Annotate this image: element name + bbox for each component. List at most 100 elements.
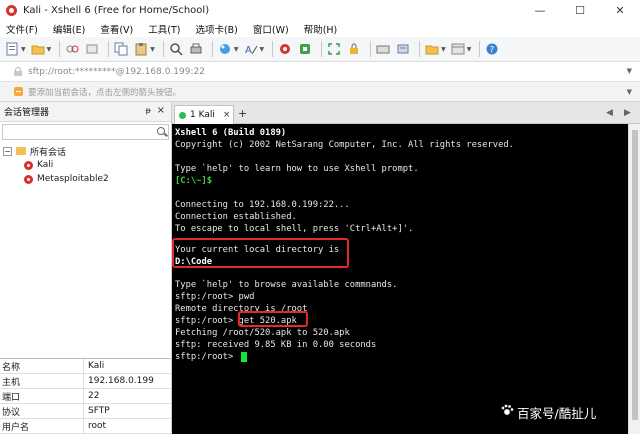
- terminal-line: Connection established.: [175, 212, 297, 222]
- tree-folder-label: 所有会话: [30, 147, 67, 158]
- property-key: 主机: [0, 374, 84, 388]
- close-panel-button[interactable]: ×: [157, 105, 165, 116]
- terminal-line: Connecting to 192.168.0.199:22...: [175, 200, 350, 210]
- property-key: 端口: [0, 389, 84, 403]
- window-title: Kali - Xshell 6 (Free for Home/School): [23, 4, 210, 16]
- color-scheme-icon[interactable]: [217, 41, 233, 57]
- local-prompt: [C:\~]$: [175, 176, 213, 186]
- toolbar: ▼ ▼ ▼ ▼ A ▼ ▼ ▼ ?: [0, 37, 640, 62]
- toolbar-separator: [479, 41, 481, 57]
- terminal-cursor: [241, 352, 247, 362]
- open-folder-icon[interactable]: [30, 41, 46, 57]
- compose-icon[interactable]: [395, 41, 411, 57]
- tab-close-icon[interactable]: ×: [223, 110, 231, 120]
- title-bar: Kali - Xshell 6 (Free for Home/School) —…: [0, 0, 640, 20]
- hint-bar: 要添加当前会话，点击左侧的箭头按钮。 ▼: [0, 82, 640, 102]
- hint-dropdown-icon[interactable]: ▼: [627, 88, 632, 96]
- session-icon: [24, 160, 33, 170]
- print-icon[interactable]: [188, 41, 204, 57]
- toolbar-separator: [162, 41, 164, 57]
- svg-text:?: ?: [490, 46, 495, 56]
- tree-session-item[interactable]: Metasploitable2: [0, 172, 171, 186]
- session-manager-title: 会话管理器: [4, 108, 50, 118]
- session-icon: [24, 174, 33, 184]
- terminal-line: To escape to local shell, press 'Ctrl+Al…: [175, 224, 414, 234]
- address-dropdown-icon[interactable]: ▼: [627, 67, 632, 75]
- folder-icon: [16, 147, 26, 155]
- menu-tabs[interactable]: 选项卡(B): [195, 22, 237, 36]
- script-icon[interactable]: [424, 41, 440, 57]
- collapse-icon[interactable]: −: [3, 146, 12, 156]
- address-field[interactable]: sftp://root:*********@192.168.0.199:22: [28, 67, 205, 77]
- xftp-icon[interactable]: [297, 41, 313, 57]
- session-tree: − 所有会话 Kali Metasploitable2: [0, 140, 171, 186]
- tab-kali[interactable]: 1 Kali ×: [174, 105, 234, 124]
- xshell-icon[interactable]: [277, 41, 293, 57]
- maximize-button[interactable]: ☐: [560, 0, 600, 20]
- session-search-input[interactable]: [2, 124, 169, 140]
- terminal-scrollbar[interactable]: [628, 124, 640, 434]
- menu-edit[interactable]: 编辑(E): [53, 22, 85, 36]
- disconnect-icon[interactable]: [84, 41, 100, 57]
- tab-next-icon[interactable]: ▶: [624, 108, 631, 118]
- terminal-line: sftp:/root>: [175, 352, 239, 362]
- terminal-line: sftp: received 9.85 KB in 0.00 seconds: [175, 340, 377, 350]
- terminal-line: Type `help' to browse available commnand…: [175, 280, 398, 290]
- minimize-button[interactable]: —: [520, 0, 560, 20]
- help-icon[interactable]: ?: [484, 41, 500, 57]
- property-value: 22: [88, 391, 100, 401]
- add-tab-button[interactable]: +: [238, 108, 248, 120]
- xshell-app-icon: [6, 4, 17, 16]
- find-icon[interactable]: [168, 41, 184, 57]
- new-session-dropdown-icon[interactable]: ▼: [21, 46, 26, 53]
- menu-tools[interactable]: 工具(T): [148, 22, 180, 36]
- pin-icon[interactable]: ᵽ: [146, 106, 151, 115]
- property-row: 主机 192.168.0.199: [0, 374, 171, 389]
- open-dropdown-icon[interactable]: ▼: [47, 46, 52, 53]
- session-manager-header: 会话管理器 ᵽ ×: [0, 102, 171, 122]
- copy-icon[interactable]: [113, 41, 129, 57]
- tab-prev-icon[interactable]: ◀: [606, 108, 613, 118]
- lock-icon[interactable]: [346, 41, 362, 57]
- toolbar-separator: [272, 41, 274, 57]
- terminal-line: Fetching /root/520.apk to 520.apk: [175, 328, 350, 338]
- terminal-line: sftp:/root> pwd: [175, 292, 255, 302]
- menu-view[interactable]: 查看(V): [100, 22, 133, 36]
- terminal-output[interactable]: Xshell 6 (Build 0189) Copyright (c) 2002…: [172, 124, 628, 434]
- property-value: Kali: [88, 361, 105, 371]
- script-dropdown-icon[interactable]: ▼: [441, 46, 446, 53]
- menu-bar: 文件(F) 编辑(E) 查看(V) 工具(T) 选项卡(B) 窗口(W) 帮助(…: [0, 20, 640, 37]
- tree-session-item[interactable]: Kali: [0, 158, 171, 172]
- font-icon[interactable]: A: [243, 41, 259, 57]
- font-dropdown-icon[interactable]: ▼: [260, 46, 265, 53]
- property-row: 协议 SFTP: [0, 404, 171, 419]
- scrollbar-thumb[interactable]: [632, 130, 638, 420]
- search-icon[interactable]: [157, 127, 165, 135]
- property-key: 用户名: [0, 419, 84, 433]
- close-window-button[interactable]: ✕: [600, 0, 640, 20]
- layout-icon[interactable]: [450, 41, 466, 57]
- property-value: root: [88, 421, 107, 431]
- session-properties-table: 名称 Kali 主机 192.168.0.199 端口 22 协议 SFTP 用…: [0, 358, 171, 434]
- property-key: 协议: [0, 404, 84, 418]
- layout-dropdown-icon[interactable]: ▼: [467, 46, 472, 53]
- connect-icon[interactable]: [64, 41, 80, 57]
- menu-help[interactable]: 帮助(H): [304, 22, 338, 36]
- color-scheme-dropdown-icon[interactable]: ▼: [234, 46, 239, 53]
- fullscreen-icon[interactable]: [326, 41, 342, 57]
- property-row: 名称 Kali: [0, 359, 171, 374]
- watermark-text: 百家号/酷扯儿: [517, 406, 597, 421]
- paste-icon[interactable]: [133, 41, 149, 57]
- session-manager-panel: 会话管理器 ᵽ × − 所有会话 Kali Metasploitable2 名称…: [0, 102, 172, 434]
- address-bar[interactable]: sftp://root:*********@192.168.0.199:22 ▼: [0, 62, 640, 82]
- new-session-icon[interactable]: [4, 41, 20, 57]
- property-value: SFTP: [88, 406, 110, 416]
- keyboard-icon[interactable]: [375, 41, 391, 57]
- add-session-arrow-icon[interactable]: [14, 87, 23, 96]
- tree-folder-all-sessions[interactable]: − 所有会话: [0, 144, 171, 158]
- property-row: 用户名 root: [0, 419, 171, 434]
- menu-window[interactable]: 窗口(W): [253, 22, 289, 36]
- menu-file[interactable]: 文件(F): [6, 22, 38, 36]
- paste-dropdown-icon[interactable]: ▼: [150, 46, 155, 53]
- watermark-paw-icon: [501, 404, 514, 416]
